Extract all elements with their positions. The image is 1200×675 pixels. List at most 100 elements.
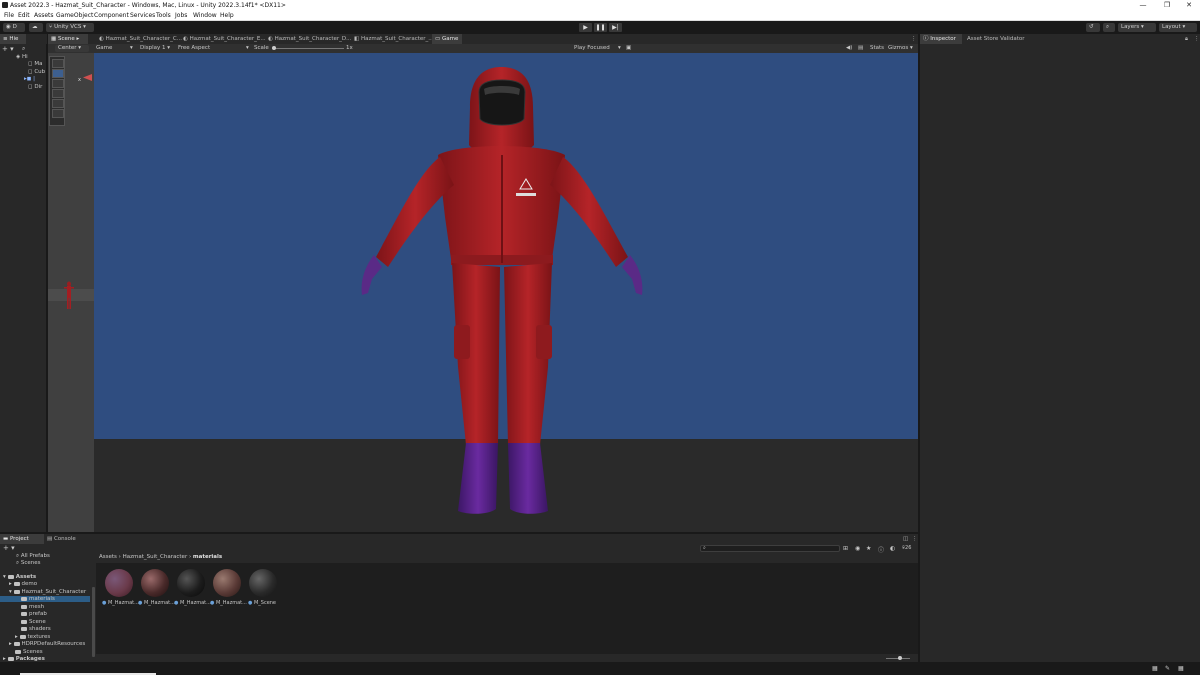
undo-history-button[interactable]: ↺ bbox=[1086, 23, 1100, 32]
pivot-center-dropdown[interactable]: Center ▾ bbox=[55, 45, 89, 52]
asset-thumb-2[interactable] bbox=[177, 569, 205, 597]
tree-demo[interactable]: ▸ demo bbox=[9, 581, 37, 587]
favorite-all-prefabs[interactable]: ⌕ All Prefabs bbox=[16, 553, 50, 560]
favorite-scenes[interactable]: ⌕ Scenes bbox=[16, 560, 40, 567]
asset-thumb-3[interactable] bbox=[213, 569, 241, 597]
hierarchy-item-main-camera[interactable]: ◻ Ma bbox=[28, 61, 42, 67]
menu-file[interactable]: File bbox=[4, 12, 14, 19]
breadcrumb-hazmat[interactable]: Hazmat_Suit_Character bbox=[123, 554, 188, 560]
tab-project[interactable]: ▬ Project bbox=[0, 534, 44, 544]
favorite-star-icon[interactable]: ★ bbox=[866, 545, 871, 552]
tab-hierarchy[interactable]: ≡ Hie bbox=[0, 34, 26, 44]
menu-component[interactable]: Component bbox=[94, 12, 129, 19]
rotate-tool-icon[interactable] bbox=[52, 79, 64, 88]
tab-material-e[interactable]: ◐ Hazmat_Suit_Character_E... bbox=[180, 34, 266, 44]
folder-icon bbox=[7, 574, 14, 579]
tab-more-options[interactable]: ⋮ bbox=[908, 34, 917, 44]
add-icon[interactable]: + ▾ bbox=[2, 45, 14, 53]
kebab-menu-icon[interactable]: ⋮ bbox=[1191, 34, 1200, 44]
tab-material-d[interactable]: ◐ Hazmat_Suit_Character_D... bbox=[265, 34, 351, 44]
render-doc-icon[interactable]: ▤ bbox=[858, 45, 863, 51]
menu-assets[interactable]: Assets bbox=[34, 12, 54, 19]
play-button[interactable]: ▶ bbox=[579, 23, 592, 32]
hierarchy-item-scene[interactable]: ◈ Hi bbox=[16, 54, 28, 60]
rect-tool-icon[interactable] bbox=[52, 99, 64, 108]
thumbnail-size-slider[interactable] bbox=[886, 656, 910, 660]
minimize-button[interactable]: — bbox=[1130, 1, 1156, 10]
tree-scene[interactable]: Scene bbox=[21, 619, 46, 625]
search-by-type-icon[interactable]: ⊞ bbox=[843, 545, 848, 552]
scale-slider[interactable] bbox=[272, 46, 344, 50]
tab-material-c[interactable]: ◐ Hazmat_Suit_Character_C... bbox=[96, 34, 182, 44]
scale-slider-handle[interactable] bbox=[272, 46, 276, 50]
tree-materials[interactable]: materials bbox=[0, 596, 90, 602]
hierarchy-item-directional-light[interactable]: ◻ Dir bbox=[28, 84, 42, 90]
menu-window[interactable]: Window bbox=[193, 12, 217, 19]
frame-debugger-icon[interactable]: ▣ bbox=[626, 45, 631, 51]
project-tree-scrollbar[interactable] bbox=[92, 587, 95, 657]
tree-shaders[interactable]: shaders bbox=[21, 626, 51, 632]
tree-prefab[interactable]: prefab bbox=[21, 611, 47, 617]
eye-icon[interactable]: ◐ bbox=[890, 545, 895, 552]
thumbnail-size-handle[interactable] bbox=[898, 656, 902, 660]
close-button[interactable]: ✕ bbox=[1176, 1, 1200, 10]
move-tool-icon[interactable] bbox=[52, 69, 64, 78]
menu-jobs[interactable]: Jobs bbox=[175, 12, 187, 19]
search-icon[interactable]: ⌕ bbox=[22, 45, 25, 53]
mute-audio-icon[interactable]: ◀) bbox=[846, 45, 852, 51]
tab-scene[interactable]: ▦ Scene ▸ bbox=[48, 34, 88, 44]
progress-icon[interactable]: ▦ bbox=[1178, 665, 1184, 672]
tab-asset-store-validator[interactable]: Asset Store Validator bbox=[964, 34, 1034, 44]
cloud-button[interactable]: ☁ bbox=[29, 23, 43, 32]
asset-thumb-0[interactable] bbox=[105, 569, 133, 597]
tab-inspector[interactable]: ⓘ Inspector bbox=[920, 34, 962, 44]
layout-dropdown[interactable]: Layout ▾ bbox=[1159, 23, 1197, 32]
project-search-input[interactable]: ⌕ bbox=[700, 545, 840, 552]
tab-material-4[interactable]: ◧ Hazmat_Suit_Character_... bbox=[351, 34, 434, 44]
menu-gameobject[interactable]: GameObject bbox=[56, 12, 93, 19]
kebab-menu-icon[interactable]: ⋮ bbox=[909, 534, 918, 544]
aspect-dropdown[interactable]: Free Aspect ▾ bbox=[178, 45, 249, 51]
tree-hazmat-suit-character[interactable]: ▾ Hazmat_Suit_Character bbox=[9, 589, 86, 595]
gizmos-dropdown[interactable]: Gizmos ▾ bbox=[888, 45, 913, 51]
play-focused-dropdown[interactable]: Play Focused ▾ bbox=[574, 45, 621, 51]
tab-console[interactable]: ▤ Console bbox=[44, 534, 78, 544]
breadcrumb-assets[interactable]: Assets bbox=[99, 554, 117, 560]
add-icon[interactable]: + ▾ bbox=[3, 544, 15, 552]
asset-thumb-1[interactable] bbox=[141, 569, 169, 597]
tree-textures[interactable]: ▸ textures bbox=[15, 634, 50, 640]
game-mode-dropdown[interactable]: Game ▾ bbox=[96, 45, 133, 51]
auto-generate-lighting-icon[interactable]: ✎ bbox=[1165, 665, 1170, 672]
search-by-label-icon[interactable]: ◉ bbox=[855, 545, 860, 552]
transform-tool-icon[interactable] bbox=[52, 109, 64, 118]
scale-tool-icon[interactable] bbox=[52, 89, 64, 98]
tab-game[interactable]: ▭ Game bbox=[432, 34, 462, 44]
menu-services[interactable]: Services bbox=[130, 12, 155, 19]
stats-toggle[interactable]: Stats bbox=[870, 45, 884, 51]
layers-dropdown[interactable]: Layers ▾ bbox=[1118, 23, 1156, 32]
pause-button[interactable]: ❚❚ bbox=[594, 23, 607, 32]
tree-scenes[interactable]: Scenes bbox=[15, 649, 43, 655]
tree-mesh[interactable]: mesh bbox=[21, 604, 44, 610]
lock-icon[interactable]: ◫ bbox=[900, 534, 908, 544]
step-button[interactable]: ▶| bbox=[609, 23, 622, 32]
menu-edit[interactable]: Edit bbox=[18, 12, 30, 19]
search-button[interactable]: ⌕ bbox=[1103, 23, 1115, 32]
hierarchy-item-cube[interactable]: ◻ Cub bbox=[28, 69, 45, 75]
game-viewport[interactable] bbox=[94, 53, 918, 532]
lock-icon[interactable]: 🔒︎ bbox=[1182, 34, 1190, 44]
menu-help[interactable]: Help bbox=[220, 12, 234, 19]
tree-hdrp-default-resources[interactable]: ▸ HDRPDefaultResources bbox=[9, 641, 85, 647]
hand-tool-icon[interactable] bbox=[52, 59, 64, 68]
info-icon[interactable]: ⓘ bbox=[878, 545, 884, 554]
breadcrumb-materials[interactable]: materials bbox=[193, 554, 222, 560]
tree-assets[interactable]: ▾ Assets bbox=[3, 574, 36, 580]
hierarchy-item-prefab[interactable]: ▸◼ | bbox=[24, 76, 35, 82]
account-button[interactable]: ◉ D bbox=[3, 23, 25, 32]
cache-server-icon[interactable]: ▦ bbox=[1152, 665, 1158, 672]
asset-thumb-4[interactable] bbox=[249, 569, 277, 597]
vcs-dropdown[interactable]: ⑂ Unity VCS ▾ bbox=[46, 23, 94, 32]
display-dropdown[interactable]: Display 1 ▾ bbox=[140, 45, 170, 51]
scene-gizmo-x-icon[interactable] bbox=[83, 74, 92, 81]
menu-tools[interactable]: Tools bbox=[156, 12, 171, 19]
